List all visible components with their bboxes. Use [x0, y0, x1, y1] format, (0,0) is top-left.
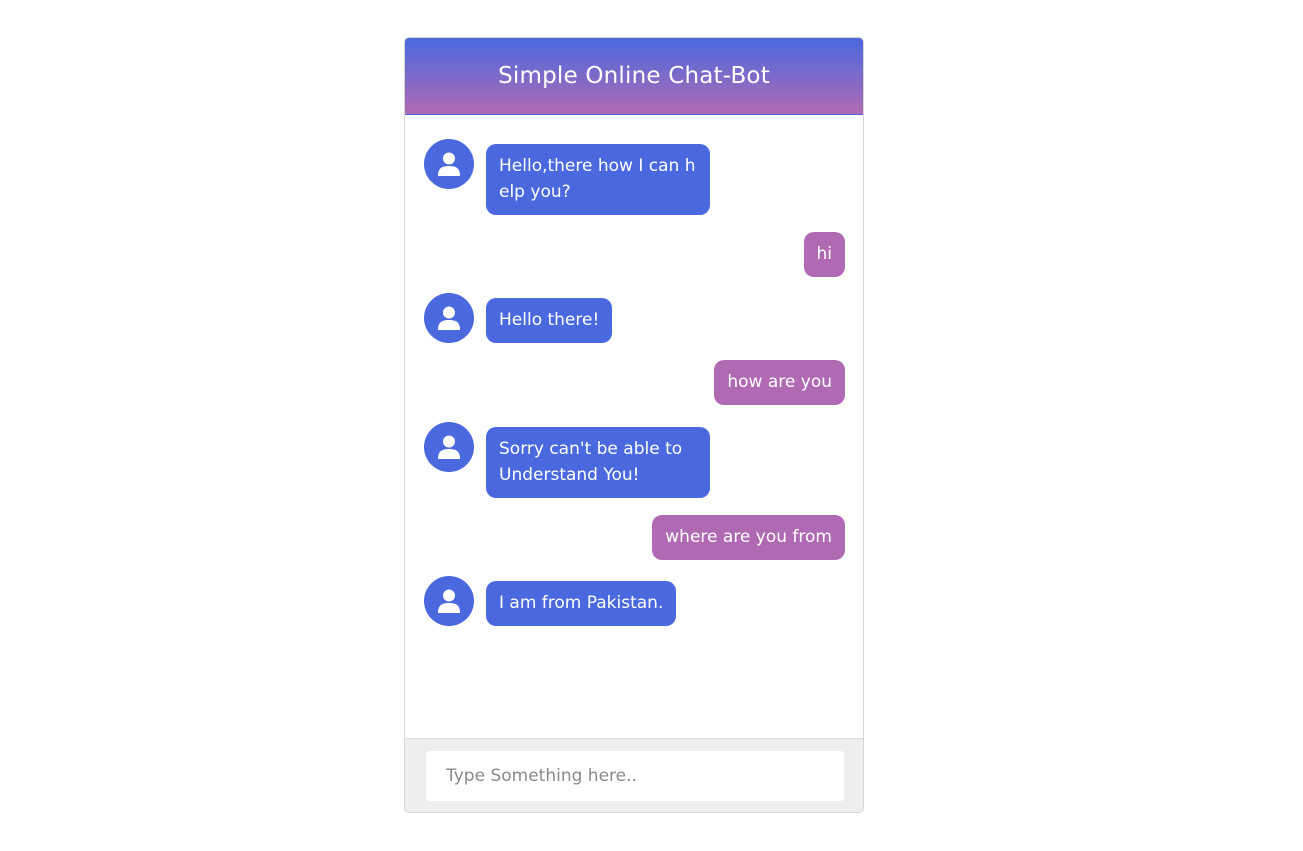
bot-avatar: [424, 139, 474, 189]
user-message: hi: [803, 232, 845, 277]
chat-header: Simple Online Chat-Bot: [405, 38, 863, 115]
chat-window: Simple Online Chat-Bot Hello,there how I…: [404, 37, 864, 813]
bot-message-line: Understand You!: [499, 465, 640, 485]
bot-message-line: elp you?: [499, 182, 571, 202]
bot-message-line: Hello,there how I can h: [499, 156, 696, 176]
message-input[interactable]: [426, 751, 844, 801]
chat-messages[interactable]: Hello,there how I can h elp you? hi Hell…: [405, 115, 863, 740]
user-icon: [438, 589, 460, 613]
user-message: where are you from: [652, 515, 845, 560]
bot-message: Hello there!: [486, 298, 613, 343]
bot-message: I am from Pakistan.: [486, 581, 677, 626]
user-icon: [438, 152, 460, 176]
bot-message: Sorry can't be able to Understand You!: [486, 427, 710, 498]
chat-footer: [405, 738, 863, 812]
bot-avatar: [424, 422, 474, 472]
bot-message-line: Sorry can't be able to: [499, 439, 683, 459]
user-icon: [438, 306, 460, 330]
bot-avatar: [424, 576, 474, 626]
user-message: how are you: [714, 360, 845, 405]
chat-title: Simple Online Chat-Bot: [498, 63, 770, 89]
bot-avatar: [424, 293, 474, 343]
bot-message: Hello,there how I can h elp you?: [486, 144, 710, 215]
user-icon: [438, 435, 460, 459]
